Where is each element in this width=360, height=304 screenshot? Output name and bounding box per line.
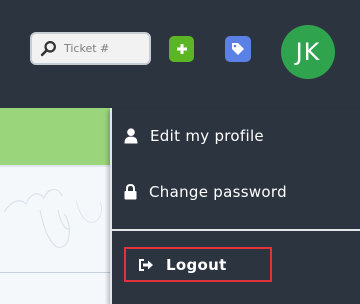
content-header-band [0,108,110,165]
top-navbar: JK [0,0,360,108]
ticket-search-box[interactable] [30,32,151,65]
lock-icon [124,184,137,200]
add-ticket-button[interactable] [169,36,194,62]
user-icon [124,128,138,144]
plus-icon [176,44,187,54]
menu-divider [112,229,360,231]
menu-item-change-password[interactable]: Change password [112,172,360,212]
menu-item-label: Change password [149,183,287,201]
tag-icon [232,43,244,55]
sign-out-icon [139,258,153,271]
tags-button[interactable] [225,36,251,62]
menu-item-label: Logout [166,255,227,274]
user-dropdown-menu: Edit my profile Change password Logout [110,108,360,304]
divider [0,272,110,273]
user-avatar[interactable]: JK [281,25,335,79]
menu-item-logout[interactable]: Logout [124,247,272,282]
background-doodle [3,188,103,249]
menu-item-edit-profile[interactable]: Edit my profile [112,116,360,156]
ticket-search-input[interactable] [64,42,144,55]
search-icon [40,41,56,57]
menu-item-label: Edit my profile [150,127,264,145]
